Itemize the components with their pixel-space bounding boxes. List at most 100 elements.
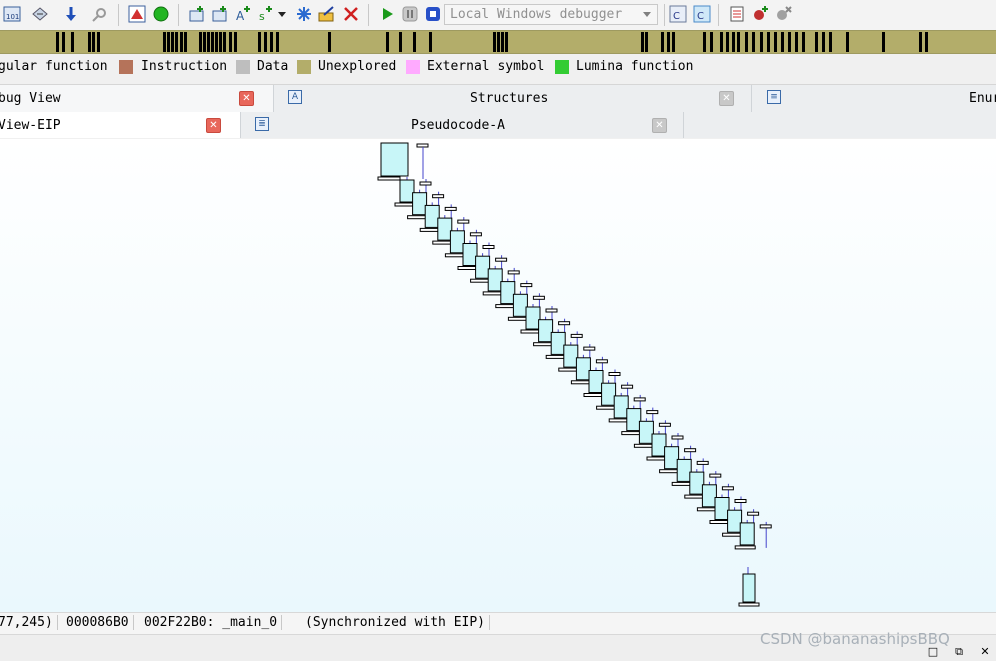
edit-icon[interactable] — [317, 4, 337, 24]
nav-band-segment — [97, 32, 100, 52]
nav-band-segment — [207, 32, 210, 52]
graph-node-footer — [416, 143, 429, 148]
tab-debug-view[interactable]: bug View ✕ — [0, 85, 274, 112]
graph-node-footer — [684, 494, 706, 499]
nav-band-segment — [229, 32, 232, 52]
play-icon[interactable] — [377, 4, 397, 24]
green-circle-icon[interactable] — [151, 4, 171, 24]
nav-band-segment — [493, 32, 496, 52]
graph-node — [676, 458, 692, 482]
assemble-icon[interactable] — [30, 4, 50, 24]
nav-band-segment — [882, 32, 885, 52]
svg-text:s: s — [259, 10, 265, 23]
graph-node-footer — [734, 545, 756, 550]
close-icon[interactable]: ✕ — [239, 91, 254, 106]
nav-band-segment — [203, 32, 206, 52]
add-string-icon[interactable]: A — [233, 4, 253, 24]
graph-node-footer — [696, 507, 718, 512]
pause-icon[interactable] — [400, 4, 420, 24]
nav-band-segment — [752, 32, 755, 52]
chevron-down-icon[interactable] — [276, 4, 288, 24]
remove-breakpoint-icon[interactable] — [774, 4, 794, 24]
stop-icon[interactable] — [423, 4, 443, 24]
graph-node — [475, 255, 491, 279]
debugger-select[interactable]: Local Windows debugger — [444, 4, 658, 25]
graph-node-footer — [608, 418, 630, 423]
graph-view[interactable] — [0, 139, 996, 612]
nav-band-segment — [328, 32, 331, 52]
graph-node-footer — [583, 346, 596, 351]
nav-band-segment — [505, 32, 508, 52]
legend-swatch-lumina-function — [555, 60, 569, 74]
add-code-icon[interactable] — [187, 4, 207, 24]
graph-node-footer — [432, 240, 454, 245]
nav-band-segment — [645, 32, 648, 52]
status-offset: 000086B0 — [66, 615, 134, 630]
nav-band-segment — [399, 32, 402, 52]
restore-icon[interactable]: ⧉ — [953, 646, 965, 658]
graph-node — [412, 192, 428, 216]
nav-band-segment — [760, 32, 763, 52]
nav-band-segment — [264, 32, 267, 52]
add-enum-icon[interactable] — [294, 4, 314, 24]
svg-text:C: C — [697, 11, 704, 22]
hex-view-icon[interactable]: 101 — [2, 4, 22, 24]
tab-structures[interactable]: A Structures ✕ — [274, 85, 752, 112]
add-data-icon[interactable] — [210, 4, 230, 24]
close-icon[interactable]: ✕ — [206, 118, 221, 133]
nav-band-segment — [815, 32, 818, 52]
graph-node-footer — [495, 257, 508, 262]
nav-band-segment — [802, 32, 805, 52]
graph-node-footer — [419, 181, 432, 186]
nav-band-segment — [501, 32, 504, 52]
graph-node — [701, 484, 717, 508]
graph-node-footer — [545, 354, 567, 359]
jump-down-icon[interactable] — [61, 4, 81, 24]
tab-structures-label: Structures — [470, 91, 549, 106]
delete-icon[interactable] — [341, 4, 361, 24]
legend-swatch-external-symbol — [406, 60, 420, 74]
add-struct-icon[interactable]: s — [256, 4, 276, 24]
attach-icon[interactable]: C — [668, 4, 688, 24]
nav-band-segment — [829, 32, 832, 52]
add-breakpoint-icon[interactable] — [751, 4, 771, 24]
nav-band-segment — [219, 32, 222, 52]
nav-band-segment — [270, 32, 273, 52]
nav-band-segment — [703, 32, 706, 52]
graph-node-footer — [470, 278, 492, 283]
graph-node — [399, 179, 415, 203]
graph-node-footer — [595, 359, 608, 364]
graph-node-footer — [377, 176, 401, 181]
tab-pseudocode-a[interactable]: ≣ Pseudocode-A ✕ — [241, 112, 684, 138]
breakpoint-list-icon[interactable] — [728, 4, 748, 24]
nav-band-segment — [781, 32, 784, 52]
close-icon[interactable]: ✕ — [979, 646, 991, 658]
detach-icon[interactable]: C — [692, 4, 712, 24]
tab-enums-label: Enur — [969, 91, 996, 106]
nav-band-segment — [386, 32, 389, 52]
nav-band-segment — [720, 32, 723, 52]
close-icon[interactable]: ✕ — [652, 118, 667, 133]
svg-text:101: 101 — [6, 13, 19, 21]
nav-band-segment — [672, 32, 675, 52]
nav-band-segment — [788, 32, 791, 52]
graph-node-footer — [709, 473, 722, 478]
search-icon[interactable] — [90, 4, 110, 24]
graph-node-footer — [596, 405, 618, 410]
close-icon[interactable]: ✕ — [719, 91, 734, 106]
nav-band-segment — [211, 32, 214, 52]
tab-enums[interactable]: ≡ Enur — [752, 85, 996, 112]
nav-band-segment — [199, 32, 202, 52]
graph-node-footer — [507, 270, 520, 275]
control-flow-graph[interactable] — [0, 139, 996, 612]
graph-node-footer — [419, 227, 441, 232]
graph-node-footer — [709, 520, 731, 524]
legend: gular function Instruction Data Unexplor… — [0, 54, 996, 80]
tab-pseudocode-a-label: Pseudocode-A — [411, 118, 505, 133]
legend-instruction: Instruction — [141, 59, 228, 74]
minimize-icon[interactable]: □ — [927, 646, 939, 658]
tab-ida-view-eip[interactable]: View-EIP ✕ — [0, 112, 241, 138]
nav-band-segment — [667, 32, 670, 52]
navigation-band[interactable] — [0, 30, 996, 54]
warning-icon[interactable] — [127, 4, 147, 24]
